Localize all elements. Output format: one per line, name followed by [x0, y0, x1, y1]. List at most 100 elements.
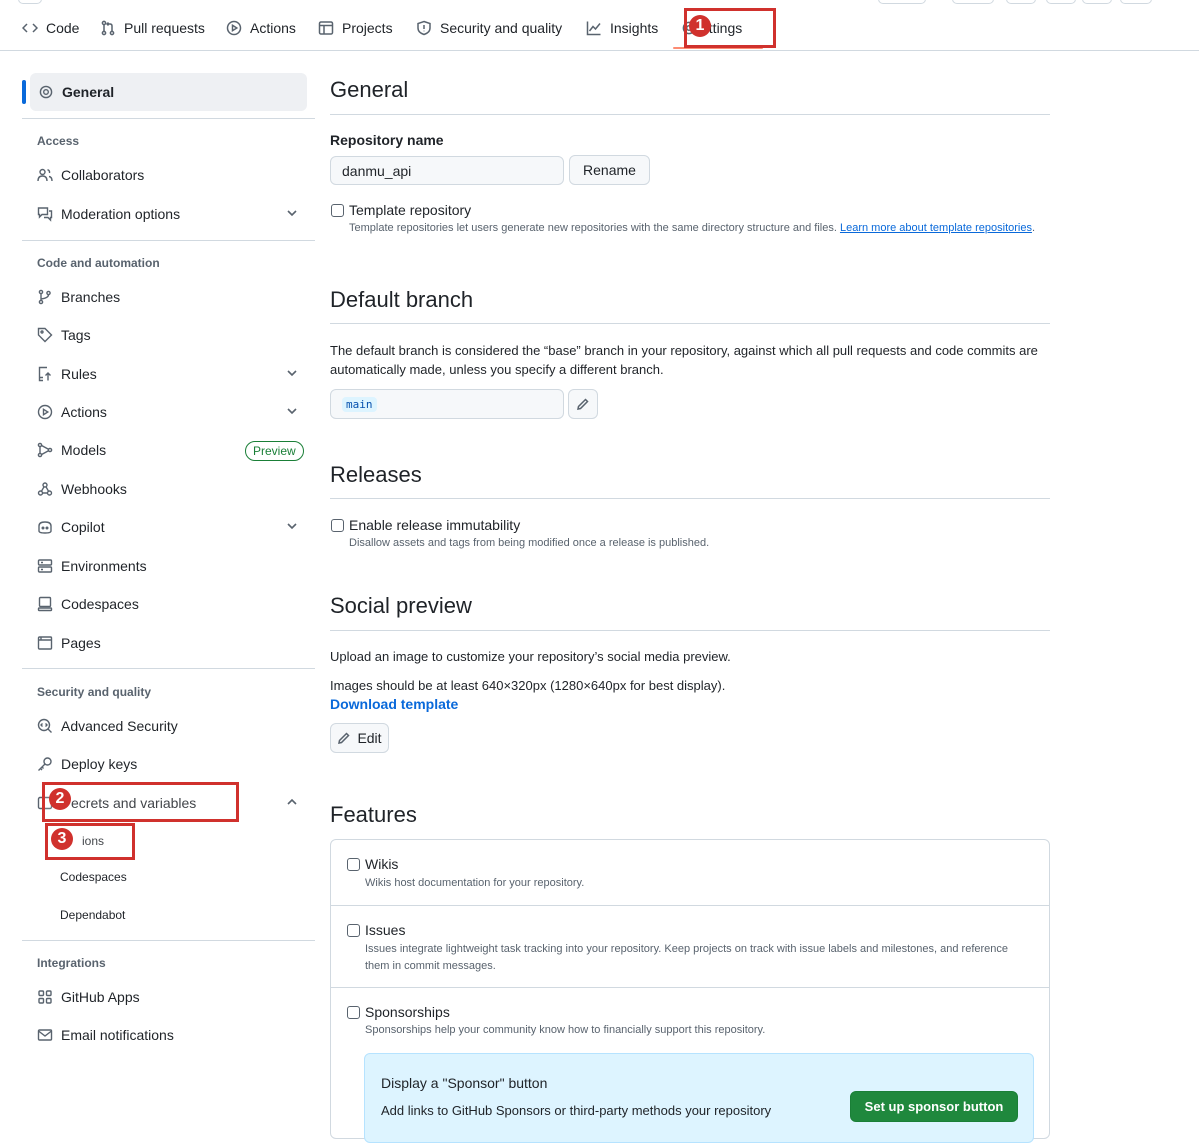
- sidebar-item-codespaces[interactable]: Codespaces: [37, 587, 139, 621]
- header-remnant: [878, 0, 926, 4]
- sidebar-item-moderation[interactable]: Moderation options: [37, 197, 180, 231]
- sidebar-subitem-codespaces[interactable]: Codespaces: [60, 870, 127, 884]
- section-divider: [330, 498, 1050, 499]
- sidebar-item-email-notifications[interactable]: Email notifications: [37, 1018, 174, 1052]
- release-immutability-label: Enable release immutability: [349, 517, 521, 533]
- sidebar-item-label: Environments: [61, 558, 147, 574]
- sidebar-item-label: Rules: [61, 366, 97, 382]
- tab-label: Insights: [610, 20, 659, 36]
- people-icon: [37, 168, 53, 182]
- sidebar-item-collaborators[interactable]: Collaborators: [37, 158, 144, 192]
- active-indicator: [22, 80, 26, 104]
- play-icon: [226, 20, 242, 36]
- sidebar-item-label: Deploy keys: [61, 756, 138, 772]
- pencil-icon: [338, 732, 350, 744]
- sponsorships-label: Sponsorships: [365, 1004, 450, 1020]
- annotation-badge-3: 3: [51, 828, 73, 850]
- rename-button[interactable]: Rename: [569, 155, 650, 185]
- sidebar-item-rules[interactable]: Rules: [37, 357, 97, 391]
- section-divider: [330, 323, 1050, 324]
- sidebar-item-branches[interactable]: Branches: [37, 280, 120, 314]
- sidebar-item-label: Models: [61, 442, 107, 458]
- repo-name-input[interactable]: danmu_api: [330, 156, 564, 185]
- sidebar-item-environments[interactable]: Environments: [37, 549, 147, 583]
- header-remnant: [1120, 0, 1152, 4]
- default-branch-description: The default branch is considered the “ba…: [330, 343, 1038, 377]
- annotation-box-2: [42, 782, 239, 822]
- edit-label: Edit: [357, 730, 382, 746]
- repo-name-label: Repository name: [330, 132, 444, 148]
- tab-code[interactable]: Code: [22, 14, 79, 42]
- social-preview-heading: Social preview: [330, 593, 472, 618]
- general-heading: General: [330, 77, 409, 102]
- template-repository-description: Template repositories let users generate…: [349, 220, 1039, 237]
- sponsor-panel-title: Display a "Sponsor" button: [381, 1075, 548, 1091]
- sidebar-item-label: Moderation options: [61, 206, 181, 222]
- chevron-up-icon[interactable]: [285, 795, 299, 809]
- sidebar-item-label: Tags: [61, 327, 91, 343]
- learn-more-template-link[interactable]: Learn more about template repositories: [840, 222, 1032, 234]
- tab-actions[interactable]: Actions: [226, 14, 296, 42]
- edit-social-preview-button[interactable]: Edit: [330, 723, 389, 753]
- sidebar-subitem-dependabot[interactable]: Dependabot: [60, 908, 125, 922]
- release-immutability-description: Disallow assets and tags from being modi…: [349, 537, 710, 549]
- template-repository-label: Template repository: [349, 202, 472, 218]
- tab-label: Code: [46, 20, 80, 36]
- header-remnant: [952, 0, 994, 4]
- chevron-down-icon[interactable]: [285, 519, 299, 533]
- tab-security[interactable]: Security and quality: [416, 14, 562, 42]
- git-branch-icon: [38, 289, 51, 305]
- tab-label: Pull requests: [124, 20, 205, 36]
- tab-label: Projects: [342, 20, 393, 36]
- sidebar-item-advanced-security[interactable]: Advanced Security: [37, 709, 178, 743]
- chevron-down-icon[interactable]: [285, 206, 299, 220]
- sidebar-item-copilot[interactable]: Copilot: [37, 510, 105, 544]
- tab-pull-requests[interactable]: Pull requests: [100, 14, 205, 42]
- sidebar-item-general[interactable]: General: [30, 73, 307, 111]
- server-icon: [37, 559, 53, 573]
- sidebar-group-integrations: Integrations: [37, 956, 106, 970]
- download-template-link[interactable]: Download template: [330, 695, 458, 714]
- sidebar-item-webhooks[interactable]: Webhooks: [37, 472, 127, 506]
- sidebar-item-label: Email notifications: [61, 1027, 174, 1043]
- table-icon: [318, 21, 334, 35]
- sidebar-item-tags[interactable]: Tags: [37, 318, 91, 352]
- releases-heading: Releases: [330, 462, 422, 487]
- edit-branch-button[interactable]: [568, 389, 598, 419]
- code-icon: [22, 23, 38, 33]
- feature-divider: [331, 905, 1049, 906]
- graph-icon: [586, 21, 601, 36]
- template-repository-checkbox[interactable]: [331, 204, 344, 217]
- sidebar-item-models[interactable]: Models: [37, 433, 106, 467]
- tab-projects[interactable]: Projects: [318, 14, 393, 42]
- wikis-checkbox[interactable]: [347, 858, 360, 871]
- sponsorships-checkbox[interactable]: [347, 1006, 360, 1019]
- header-remnant: [1046, 0, 1076, 4]
- tab-insights[interactable]: Insights: [586, 14, 658, 42]
- tab-label: Security and quality: [440, 20, 563, 36]
- tag-icon: [37, 327, 53, 343]
- wikis-description: Wikis host documentation for your reposi…: [365, 877, 585, 889]
- repo-nav: Code Pull requests Actions Projects Secu…: [0, 0, 1199, 51]
- issues-checkbox[interactable]: [347, 924, 360, 937]
- sidebar-item-deploy-keys[interactable]: Deploy keys: [37, 747, 137, 781]
- tab-label: Actions: [250, 20, 296, 36]
- sidebar-item-pages[interactable]: Pages: [37, 626, 101, 660]
- git-pull-request-icon: [101, 20, 115, 36]
- annotation-badge-1: 1: [689, 15, 711, 37]
- sidebar-item-label: Pages: [61, 635, 101, 651]
- chevron-down-icon[interactable]: [285, 366, 299, 380]
- codespaces-icon: [37, 596, 53, 612]
- feature-divider: [331, 987, 1049, 988]
- release-immutability-checkbox[interactable]: [331, 519, 344, 532]
- sidebar-item-label: GitHub Apps: [61, 989, 140, 1005]
- set-up-sponsor-button[interactable]: Set up sponsor button: [850, 1091, 1018, 1122]
- sidebar-item-actions[interactable]: Actions: [37, 395, 107, 429]
- browser-icon: [37, 636, 53, 650]
- social-preview-description: Upload an image to customize your reposi…: [330, 649, 731, 664]
- chevron-down-icon[interactable]: [285, 404, 299, 418]
- default-branch-heading: Default branch: [330, 287, 474, 312]
- key-icon: [38, 757, 52, 771]
- sidebar-item-github-apps[interactable]: GitHub Apps: [37, 980, 140, 1014]
- issues-label: Issues: [365, 922, 406, 938]
